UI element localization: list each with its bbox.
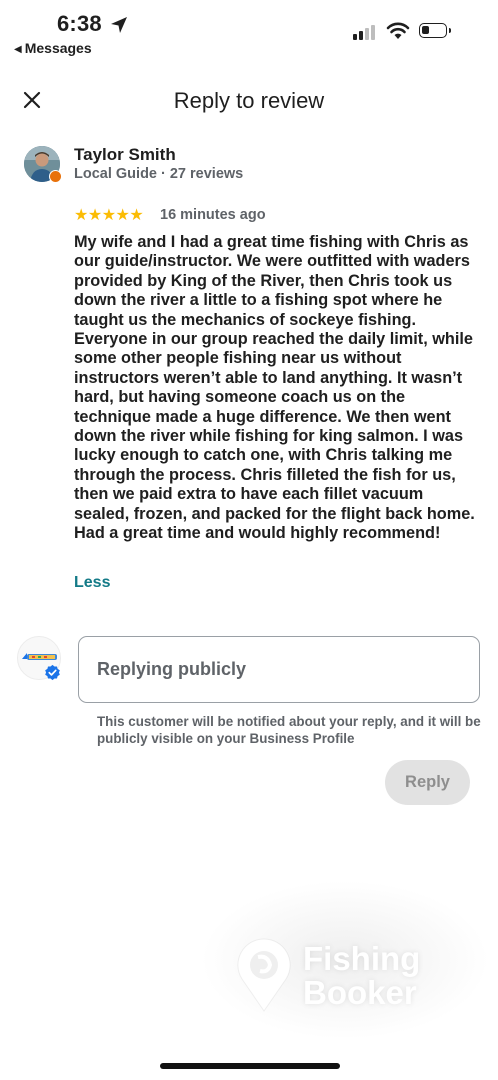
verified-badge-icon (45, 664, 60, 681)
reply-button[interactable]: Reply (385, 760, 470, 805)
review-text: My wife and I had a great time fishing w… (74, 233, 475, 543)
back-triangle-icon: ◀ (14, 44, 22, 55)
status-time: 6:38 (57, 11, 102, 36)
battery-icon (419, 23, 451, 38)
reply-input[interactable] (97, 637, 457, 702)
page-title: Reply to review (173, 88, 325, 113)
back-to-messages-label: Messages (24, 40, 92, 56)
star-rating: ★★★★★ (74, 207, 144, 224)
watermark-line1: Fishing (303, 940, 421, 977)
reviewer-name[interactable]: Taylor Smith (74, 145, 176, 165)
local-guide-badge-icon (49, 170, 62, 183)
review-time: 16 minutes ago (160, 207, 266, 223)
watermark-line2: Booker (303, 974, 417, 1011)
reply-field[interactable] (78, 636, 480, 703)
reply-notice: This customer will be notified about you… (97, 714, 481, 746)
reviewer-meta: Local Guide · 27 reviews (74, 166, 244, 182)
location-arrow-icon (111, 17, 127, 33)
back-to-messages-link[interactable]: ◀ Messages (14, 40, 92, 56)
watermark-text: Fishing Booker (303, 942, 420, 1010)
wifi-icon (386, 22, 410, 39)
cellular-signal-icon (353, 24, 379, 40)
fishingbooker-logo-icon (237, 938, 291, 1012)
less-link[interactable]: Less (74, 574, 110, 592)
home-indicator[interactable] (160, 1063, 340, 1069)
